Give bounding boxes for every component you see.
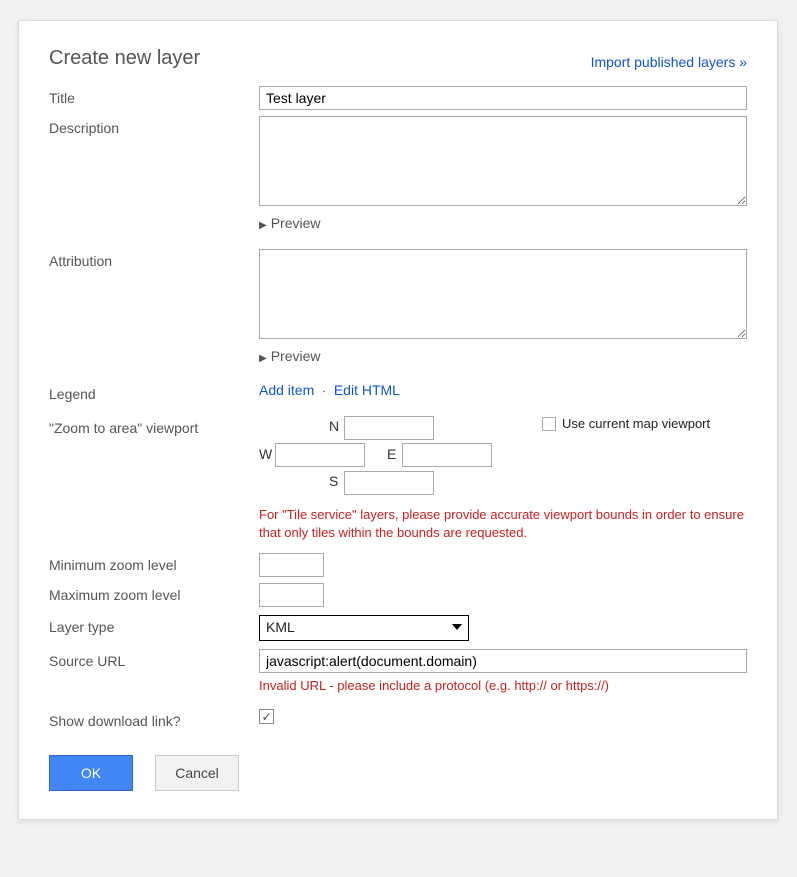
legend-add-item-link[interactable]: Add item: [259, 382, 314, 398]
viewport-hint: For "Tile service" layers, please provid…: [259, 506, 747, 541]
create-layer-dialog: Create new layer Import published layers…: [18, 20, 778, 820]
max-zoom-label: Maximum zoom level: [49, 583, 259, 603]
chevron-right-icon: ▶: [259, 353, 267, 364]
attribution-label: Attribution: [49, 249, 259, 269]
source-url-error: Invalid URL - please include a protocol …: [259, 677, 747, 695]
source-url-label: Source URL: [49, 649, 259, 669]
caret-down-icon: [452, 624, 462, 630]
legend-label: Legend: [49, 382, 259, 402]
viewport-e-input[interactable]: [402, 443, 492, 467]
title-label: Title: [49, 86, 259, 106]
max-zoom-input[interactable]: [259, 583, 324, 607]
chevron-right-icon: ▶: [259, 220, 267, 231]
use-current-viewport-checkbox[interactable]: Use current map viewport: [542, 416, 710, 431]
attribution-preview-toggle[interactable]: ▶Preview: [259, 348, 747, 364]
min-zoom-label: Minimum zoom level: [49, 553, 259, 573]
description-label: Description: [49, 116, 259, 136]
viewport-n-label: N: [329, 418, 339, 434]
viewport-label: "Zoom to area" viewport: [49, 416, 259, 436]
min-zoom-input[interactable]: [259, 553, 324, 577]
attribution-textarea[interactable]: [259, 249, 747, 339]
import-published-layers-link[interactable]: Import published layers »: [591, 54, 747, 70]
viewport-n-input[interactable]: [344, 416, 434, 440]
viewport-bounds-grid: N W E S: [259, 416, 514, 496]
download-checkbox[interactable]: ✓: [259, 709, 274, 724]
layer-type-label: Layer type: [49, 615, 259, 635]
title-input[interactable]: [259, 86, 747, 110]
cancel-button[interactable]: Cancel: [155, 755, 239, 791]
description-textarea[interactable]: [259, 116, 747, 206]
legend-edit-html-link[interactable]: Edit HTML: [334, 382, 400, 398]
viewport-w-input[interactable]: [275, 443, 365, 467]
viewport-w-label: W: [259, 446, 272, 462]
description-preview-toggle[interactable]: ▶Preview: [259, 215, 747, 231]
dialog-title: Create new layer: [49, 47, 200, 70]
viewport-e-label: E: [387, 446, 396, 462]
viewport-s-input[interactable]: [344, 471, 434, 495]
ok-button[interactable]: OK: [49, 755, 133, 791]
source-url-input[interactable]: [259, 649, 747, 673]
viewport-s-label: S: [329, 473, 338, 489]
checkbox-icon: [542, 417, 556, 431]
download-label: Show download link?: [49, 709, 259, 729]
layer-type-select[interactable]: KML: [259, 615, 469, 641]
